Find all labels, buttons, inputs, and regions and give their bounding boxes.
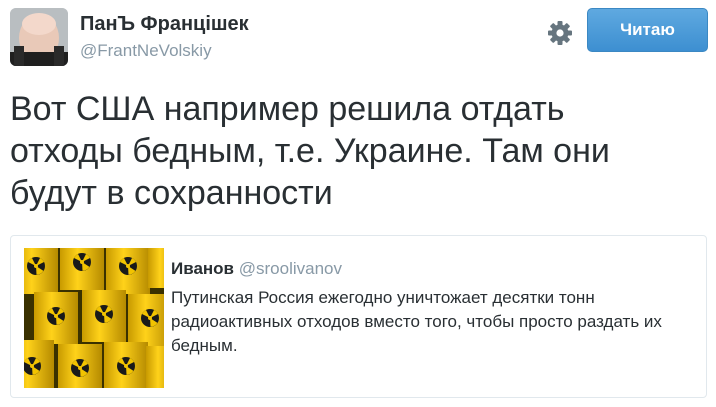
quoted-tweet-line: Путинская Россия ежегодно уничтожает дес… <box>171 288 595 307</box>
avatar-photo <box>10 8 68 66</box>
gear-icon[interactable] <box>545 18 575 48</box>
quoted-tweet-card[interactable]: Иванов @sroolivanov Путинская Россия еже… <box>10 235 707 398</box>
radioactive-barrels-image <box>24 248 164 388</box>
quoted-author-name[interactable]: Иванов <box>171 259 234 278</box>
tweet-line: Вот США например решила отдать <box>10 90 565 128</box>
author-handle[interactable]: @FrantNeVolskiy <box>80 41 212 61</box>
author-display-name[interactable]: ПанЪ Францішек <box>80 13 249 36</box>
tweet-line: отходы бедным, т.е. Украине. Там они <box>10 132 610 170</box>
quoted-tweet-header: Иванов @sroolivanov <box>171 259 342 279</box>
quoted-author-handle[interactable]: @sroolivanov <box>239 259 342 278</box>
quoted-tweet-text: Путинская Россия ежегодно уничтожает дес… <box>171 286 701 358</box>
quoted-tweet-line: радиоактивных отходов вместо того, чтобы… <box>171 312 662 331</box>
quoted-tweet-line: бедным. <box>171 336 238 355</box>
tweet-line: будут в сохранности <box>10 174 333 212</box>
author-avatar[interactable] <box>10 8 68 66</box>
following-button[interactable]: Читаю <box>587 8 708 52</box>
tweet-text: Вот США например решила отдать отходы бе… <box>10 88 700 214</box>
